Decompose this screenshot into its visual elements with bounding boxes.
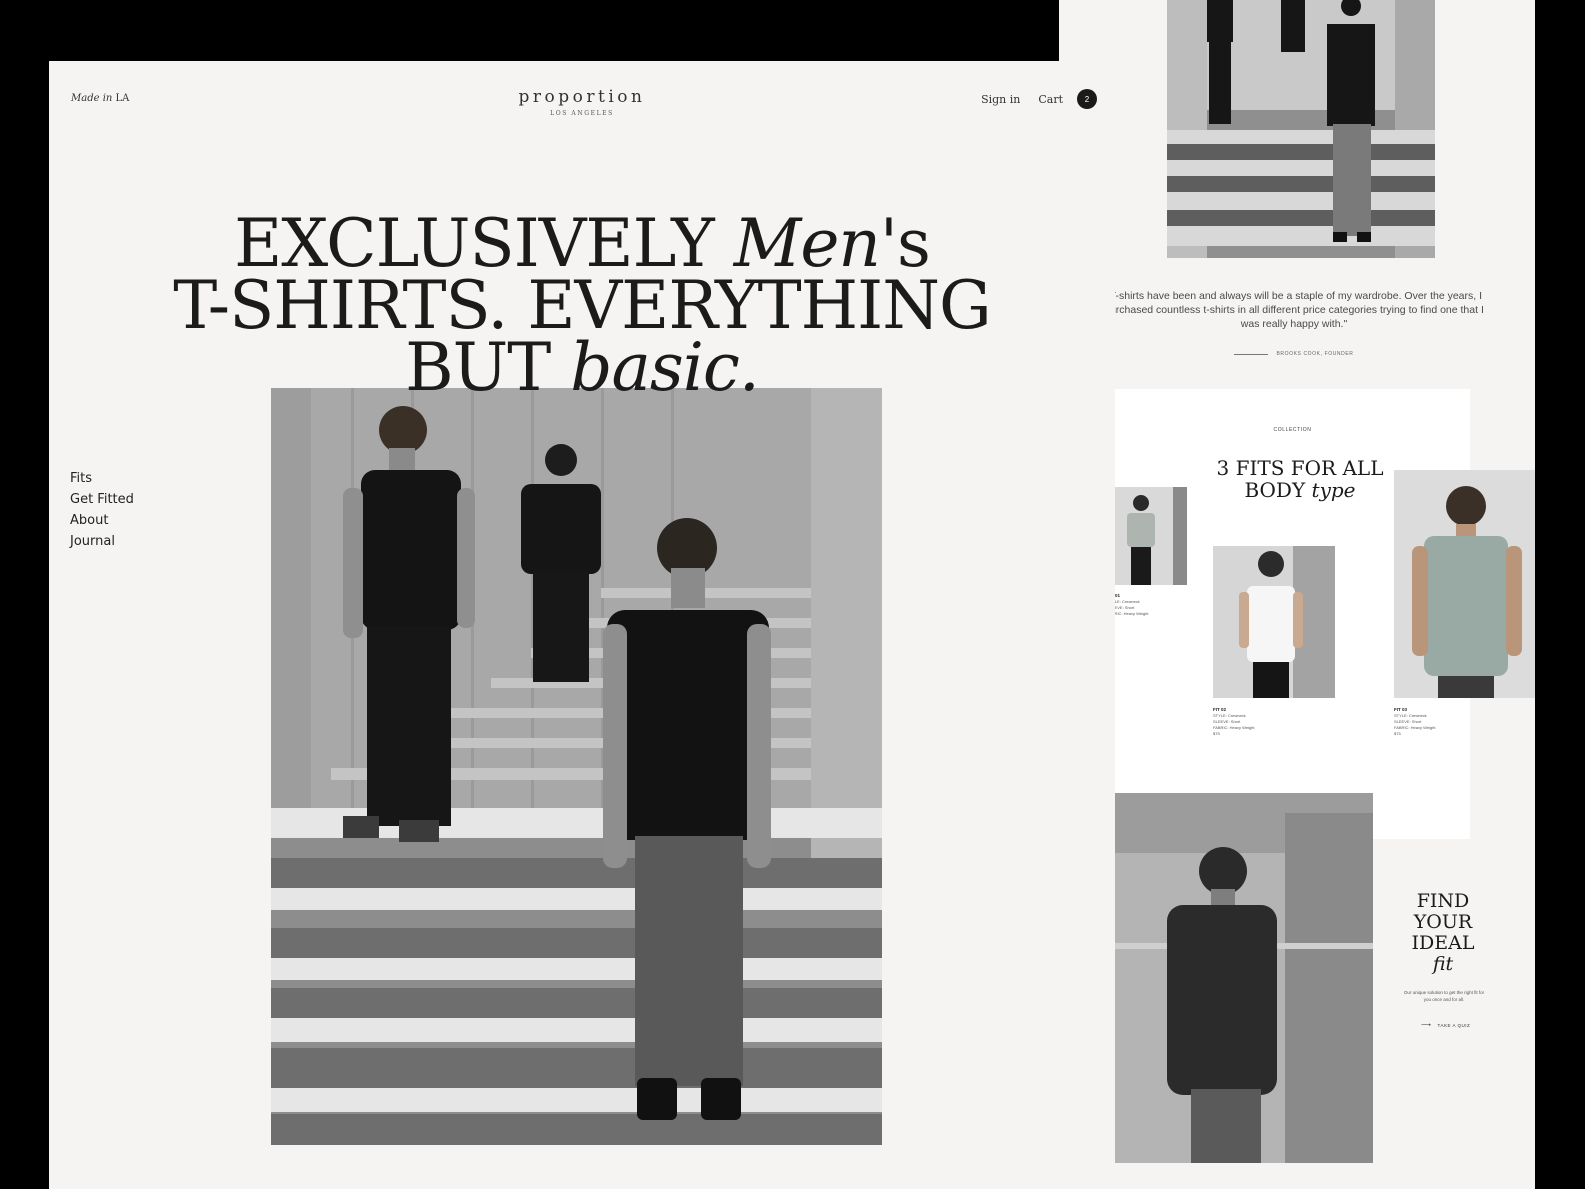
fit-price: $75 (1213, 731, 1220, 736)
brand-subtitle: LOS ANGELES (550, 110, 614, 117)
testimonial-author-row: BROOKS COOK, FOUNDER (1099, 351, 1489, 357)
collection-title-italic: type (1311, 478, 1356, 502)
nav-journal[interactable]: Journal (70, 531, 134, 552)
long-sleeve-model-photo (1115, 793, 1373, 1163)
fit-02-photo[interactable] (1213, 546, 1335, 698)
testimonial-quote: "T-shirts have been and always will be a… (1104, 290, 1484, 330)
collection-title-line1: 3 FITS FOR ALL (1216, 456, 1384, 480)
fit-02-details: FIT 02 STYLE: Crewneck SLEEVE: Short FAB… (1213, 707, 1255, 737)
fit-price: $75 (1394, 731, 1401, 736)
account-nav: Sign in Cart 2 (981, 89, 1097, 109)
find-fit-line4: fit (1432, 953, 1454, 975)
cart-label: Cart (1038, 92, 1063, 106)
collection-title: 3 FITS FOR ALL BODY type (1215, 457, 1385, 501)
hero-photo (271, 388, 882, 1145)
find-fit-line3: IDEAL (1411, 932, 1475, 954)
find-fit-line2: YOUR (1413, 911, 1473, 933)
fit-01-photo[interactable] (1107, 487, 1187, 585)
headline-line3: BUT basic. (49, 335, 1115, 401)
nav-about[interactable]: About (70, 510, 134, 531)
homepage-panel: Made in LA proportion LOS ANGELES Sign i… (49, 61, 1115, 1189)
find-fit-section: FIND YOUR IDEAL fit Our unique solution … (1373, 839, 1535, 1111)
collection-label: COLLECTION (1273, 427, 1312, 433)
author-divider (1234, 353, 1269, 355)
cart-count-badge: 2 (1077, 89, 1097, 109)
sign-in-link[interactable]: Sign in (981, 93, 1020, 106)
testimonial: "T-shirts have been and always will be a… (1099, 289, 1489, 357)
headline-line3-a: BUT (405, 329, 571, 406)
nav-fits[interactable]: Fits (70, 468, 134, 489)
headline-line1: EXCLUSIVELY Men's (49, 211, 1115, 277)
find-fit-description: Our unique solution to get the right fit… (1403, 990, 1485, 1002)
fit-03-details: FIT 03 STYLE: Crewneck SLEEVE: Short FAB… (1394, 707, 1436, 737)
headline-line2: T-SHIRTS. EVERYTHING (173, 267, 991, 344)
take-quiz-link[interactable]: ⟶ TAKE A QUIZ (1421, 1021, 1470, 1029)
secondary-page-panel: "T-shirts have been and always will be a… (1059, 0, 1535, 1189)
cart-link[interactable]: Cart 2 (1038, 89, 1097, 109)
collection-title-line2: BODY (1244, 478, 1312, 502)
brand-logo[interactable]: proportion LOS ANGELES (49, 87, 1115, 117)
fit-03-photo[interactable] (1394, 470, 1535, 698)
brand-name: proportion (518, 87, 646, 107)
arrow-right-icon: ⟶ (1421, 1022, 1432, 1029)
hero-headline: EXCLUSIVELY Men's T-SHIRTS. EVERYTHING B… (49, 211, 1115, 401)
take-quiz-label: TAKE A QUIZ (1437, 1022, 1471, 1028)
find-fit-line1: FIND (1416, 890, 1470, 912)
stairs-group-photo (1167, 0, 1435, 258)
headline-line3-italic: basic. (570, 329, 760, 406)
nav-get-fitted[interactable]: Get Fitted (70, 489, 134, 510)
find-fit-title: FIND YOUR IDEAL fit (1373, 891, 1513, 975)
side-navigation: Fits Get Fitted About Journal (70, 468, 134, 552)
testimonial-author: BROOKS COOK, FOUNDER (1276, 351, 1354, 357)
